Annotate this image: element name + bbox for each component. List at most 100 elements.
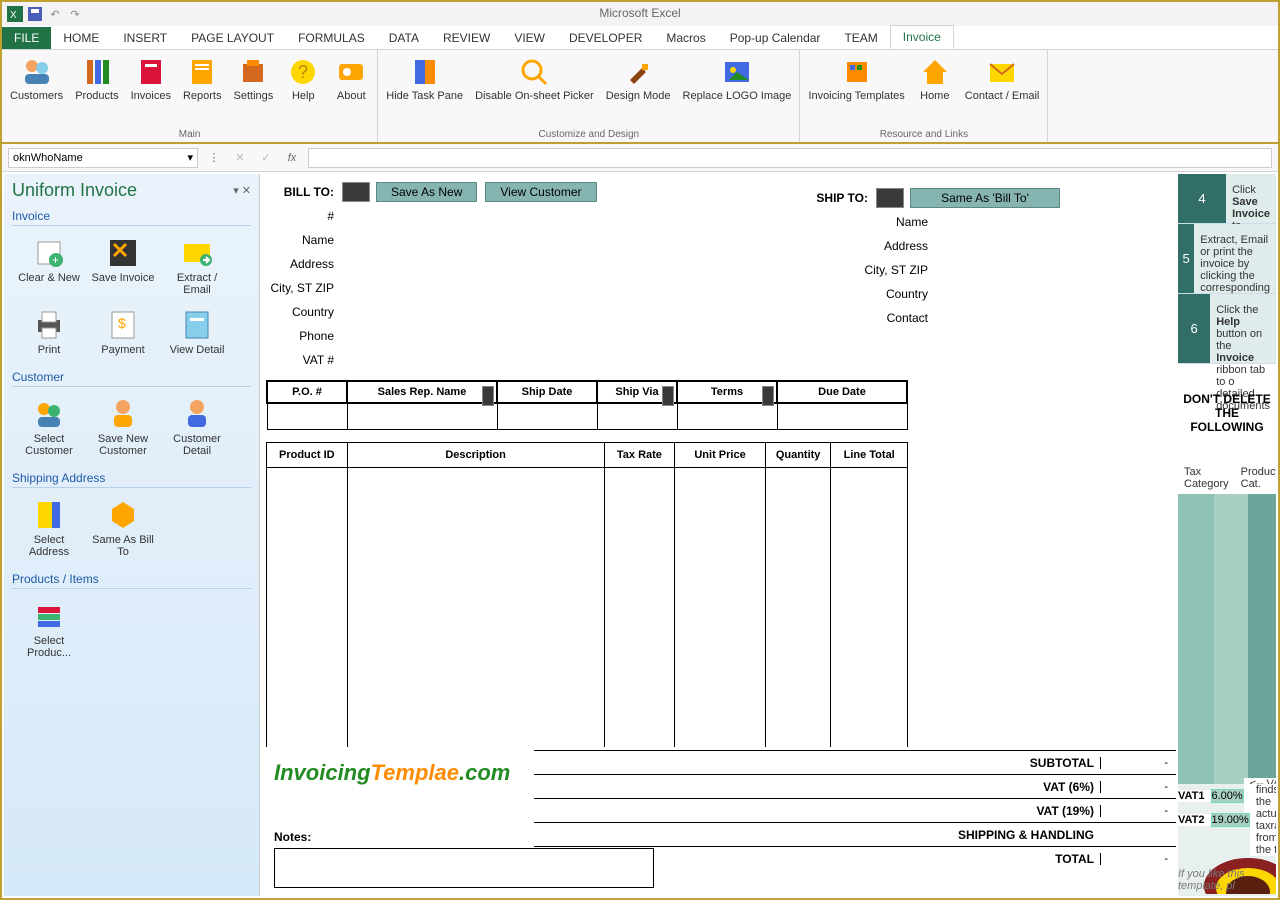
image-icon	[721, 56, 753, 88]
col-product-id: Product ID	[267, 442, 348, 467]
ship-country-label: Country	[816, 287, 936, 301]
shipto-label: SHIP TO:	[816, 191, 876, 205]
magnify-icon	[518, 56, 550, 88]
accept-icon[interactable]: ✓	[256, 151, 276, 164]
vat2-value[interactable]: 19.00%	[1211, 813, 1250, 827]
design-mode-button[interactable]: Design Mode	[600, 54, 677, 104]
section-shipping: Shipping Address	[12, 471, 251, 488]
worksheet[interactable]: BILL TO: Save As New View Customer # Nam…	[260, 174, 1276, 896]
tab-formulas[interactable]: FORMULAS	[286, 27, 377, 49]
like-text: If you like this template, pl	[1178, 868, 1270, 892]
help-button[interactable]: ?Help	[279, 54, 327, 104]
address-icon	[32, 498, 66, 532]
name-box[interactable]: oknWhoName▾	[8, 148, 198, 168]
meta-table[interactable]: P.O. # Sales Rep. Name Ship Date Ship Vi…	[266, 380, 908, 430]
save-new-customer-button[interactable]: Save New Customer	[86, 391, 160, 463]
book-icon	[409, 56, 441, 88]
svg-text:?: ?	[298, 62, 308, 82]
select-address-button[interactable]: Select Address	[12, 492, 86, 564]
bill-phone-label: Phone	[266, 329, 342, 343]
tab-page-layout[interactable]: PAGE LAYOUT	[179, 27, 286, 49]
notes-input[interactable]	[274, 848, 654, 888]
taskpane-menu-icon[interactable]: ▾ ✕	[233, 184, 251, 197]
vat19-value: -	[1100, 805, 1176, 817]
section-products: Products / Items	[12, 572, 251, 589]
vat1-label: VAT1	[1178, 790, 1211, 802]
customers-button[interactable]: Customers	[4, 54, 69, 104]
tab-view[interactable]: VIEW	[502, 27, 557, 49]
settings-button[interactable]: Settings	[228, 54, 280, 104]
picker-icon[interactable]	[482, 386, 494, 406]
ship-city-label: City, ST ZIP	[816, 263, 936, 277]
cust-detail-icon	[180, 397, 214, 431]
picker-icon[interactable]	[762, 386, 774, 406]
tab-team[interactable]: TEAM	[832, 27, 889, 49]
clear-new-button[interactable]: +Clear & New	[12, 230, 86, 302]
templates-icon	[841, 56, 873, 88]
templates-button[interactable]: Invoicing Templates	[802, 54, 910, 104]
ribbon-resource-label: Resource and Links	[800, 127, 1047, 142]
hide-taskpane-button[interactable]: Hide Task Pane	[380, 54, 469, 104]
product-icon	[32, 599, 66, 633]
items-table[interactable]: Product ID Description Tax Rate Unit Pri…	[266, 442, 908, 748]
view-detail-button[interactable]: View Detail	[160, 302, 234, 362]
expand-icon[interactable]: ⋮	[204, 151, 224, 164]
svg-text:$: $	[118, 315, 126, 331]
products-button[interactable]: Products	[69, 54, 124, 104]
contact-email-button[interactable]: Contact / Email	[959, 54, 1046, 104]
tab-data[interactable]: DATA	[377, 27, 431, 49]
tab-invoice[interactable]: Invoice	[890, 25, 954, 49]
select-customer-button[interactable]: Select Customer	[12, 391, 86, 463]
notes-label: Notes:	[274, 830, 311, 844]
redo-icon[interactable]: ↷	[66, 5, 84, 23]
disable-picker-button[interactable]: Disable On-sheet Picker	[469, 54, 600, 104]
bill-city-label: City, ST ZIP	[266, 281, 342, 295]
about-button[interactable]: About	[327, 54, 375, 104]
select-product-button[interactable]: Select Produc...	[12, 593, 86, 665]
save-icon[interactable]	[26, 5, 44, 23]
vat6-label: VAT (6%)	[534, 780, 1100, 794]
picker-icon[interactable]	[662, 386, 674, 406]
fx-icon[interactable]: fx	[282, 152, 302, 164]
undo-icon[interactable]: ↶	[46, 5, 64, 23]
ship-contact-label: Contact	[816, 311, 936, 325]
save-as-new-button[interactable]: Save As New	[376, 182, 477, 202]
invoices-button[interactable]: Invoices	[125, 54, 177, 104]
tab-insert[interactable]: INSERT	[111, 27, 179, 49]
logo: InvoicingTemplae.com	[274, 760, 510, 786]
tab-file[interactable]: FILE	[2, 27, 51, 49]
formula-input[interactable]	[308, 148, 1272, 168]
same-as-billto-button[interactable]: Same As Bill To	[86, 492, 160, 564]
tab-macros[interactable]: Macros	[654, 27, 717, 49]
formula-bar: oknWhoName▾ ⋮ ✕ ✓ fx	[2, 144, 1278, 172]
save-invoice-button[interactable]: Save Invoice	[86, 230, 160, 302]
print-button[interactable]: Print	[12, 302, 86, 362]
tab-developer[interactable]: DEVELOPER	[557, 27, 654, 49]
select-cust-icon	[32, 397, 66, 431]
tab-home[interactable]: HOME	[51, 27, 111, 49]
section-customer: Customer	[12, 370, 251, 387]
home-button[interactable]: Home	[911, 54, 959, 104]
bill-country-label: Country	[266, 305, 342, 319]
vat1-value[interactable]: 6.00%	[1211, 789, 1244, 803]
hint-row: 4 Click Save Invoice to create a new inv…	[1178, 174, 1276, 224]
view-customer-button[interactable]: View Customer	[485, 182, 596, 202]
cancel-icon[interactable]: ✕	[230, 151, 250, 164]
replace-logo-button[interactable]: Replace LOGO Image	[677, 54, 798, 104]
chevron-down-icon[interactable]: ▾	[187, 151, 193, 164]
customer-detail-button[interactable]: Customer Detail	[160, 391, 234, 463]
same-as-billto-sheet-button[interactable]: Same As 'Bill To'	[910, 188, 1060, 208]
mail-icon	[986, 56, 1018, 88]
extract-email-button[interactable]: Extract / Email	[160, 230, 234, 302]
reports-button[interactable]: Reports	[177, 54, 228, 104]
tab-review[interactable]: REVIEW	[431, 27, 502, 49]
new-icon: +	[32, 236, 66, 270]
billto-picker[interactable]	[342, 182, 370, 202]
subtotal-value: -	[1100, 757, 1176, 769]
payment-button[interactable]: $Payment	[86, 302, 160, 362]
shipto-picker[interactable]	[876, 188, 904, 208]
products-icon	[81, 56, 113, 88]
hints-pane: 4 Click Save Invoice to create a new inv…	[1178, 174, 1276, 896]
settings-icon	[237, 56, 269, 88]
tab-popup-calendar[interactable]: Pop-up Calendar	[718, 27, 833, 49]
